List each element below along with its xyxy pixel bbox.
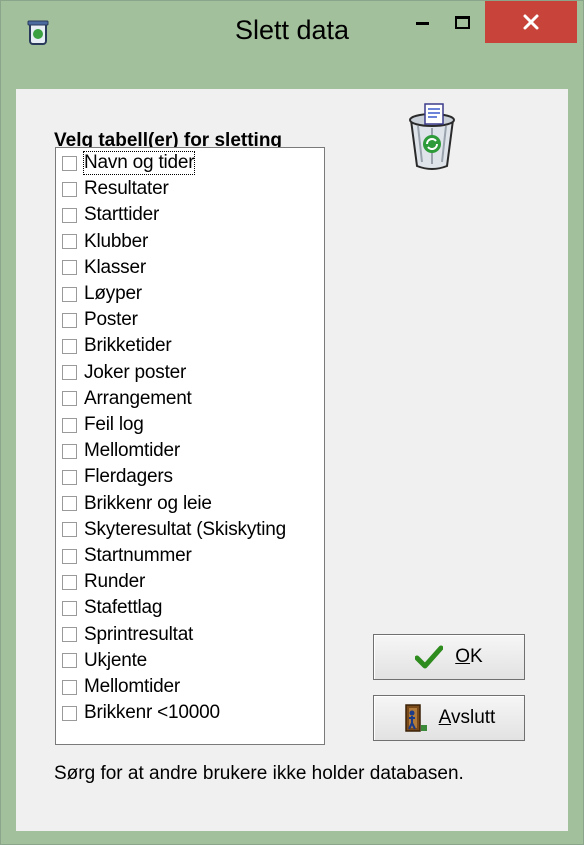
table-checkbox-item[interactable]: Brikkenr <10000 xyxy=(62,700,220,726)
exit-button[interactable]: Avslutt xyxy=(373,695,525,741)
dialog-window: Slett data Velg tabell(er) for sletting xyxy=(0,0,584,845)
checkbox-label: Ukjente xyxy=(84,649,148,671)
checkbox[interactable] xyxy=(62,469,77,485)
checkbox[interactable] xyxy=(62,600,77,616)
checkbox[interactable] xyxy=(62,365,77,381)
warning-note: Sørg for at andre brukere ikke holder da… xyxy=(54,763,464,784)
checkbox[interactable] xyxy=(62,627,77,643)
table-checklist[interactable]: Navn og tider Resultater Starttider Klubber… xyxy=(55,147,325,745)
checkbox[interactable] xyxy=(62,496,77,512)
minimize-icon xyxy=(416,22,429,25)
table-checkbox-item[interactable]: Arrangement xyxy=(62,386,192,412)
checkbox[interactable] xyxy=(62,417,77,433)
table-checkbox-item[interactable]: Runder xyxy=(62,569,145,595)
ok-button-label: OK xyxy=(455,646,483,667)
table-checkbox-item[interactable]: Mellomtider xyxy=(62,438,180,464)
table-checkbox-item[interactable]: Feil log xyxy=(62,412,144,438)
checkbox-label: Klasser xyxy=(84,256,146,278)
checkbox-label: Arrangement xyxy=(84,387,192,409)
exit-button-label: Avslutt xyxy=(438,707,496,728)
checkbox[interactable] xyxy=(62,181,77,197)
table-checkbox-item[interactable]: Resultater xyxy=(62,176,169,202)
checkbox-label: Skyteresultat (Skiskyting xyxy=(84,518,286,540)
maximize-icon xyxy=(455,16,470,29)
close-button[interactable] xyxy=(485,1,577,43)
checkbox[interactable] xyxy=(62,391,77,407)
checkmark-icon xyxy=(415,645,444,669)
checkbox-label: Stafettlag xyxy=(84,597,163,619)
table-checkbox-item[interactable]: Joker poster xyxy=(62,360,186,386)
table-checkbox-item[interactable]: Flerdagers xyxy=(62,464,173,490)
table-checkbox-item[interactable]: Klasser xyxy=(62,255,146,281)
checkbox[interactable] xyxy=(62,155,77,171)
table-checkbox-item[interactable]: Brikkenr og leie xyxy=(62,491,212,517)
table-checkbox-item[interactable]: Poster xyxy=(62,307,138,333)
table-checkbox-item[interactable]: Stafettlag xyxy=(62,595,162,621)
title-bar[interactable]: Slett data xyxy=(1,1,583,89)
checkbox[interactable] xyxy=(62,207,77,223)
checkbox-label: Mellomtider xyxy=(84,676,180,697)
table-checkbox-item[interactable]: Skyteresultat (Skiskyting xyxy=(62,517,286,543)
table-checkbox-item[interactable]: Starttider xyxy=(62,202,159,228)
checkbox[interactable] xyxy=(62,312,77,328)
maximize-button[interactable] xyxy=(441,1,485,45)
table-checkbox-item[interactable]: Løyper xyxy=(62,281,142,307)
checkbox-label: Brikketider xyxy=(84,335,172,357)
checkbox-label: Poster xyxy=(84,309,138,331)
dialog-body: Velg tabell(er) for sletting Navn og tid… xyxy=(16,89,568,831)
table-checkbox-item[interactable]: Mellomtider xyxy=(62,674,180,700)
checkbox-label: Brikkenr <10000 xyxy=(84,702,220,724)
checkbox-label: Flerdagers xyxy=(84,466,173,488)
table-checkbox-item[interactable]: Sprintresultat xyxy=(62,622,193,648)
table-checkbox-item[interactable]: Startnummer xyxy=(62,543,192,569)
table-checkbox-item[interactable]: Ukjente xyxy=(62,648,147,674)
checkbox-label: Starttider xyxy=(84,204,160,226)
checkbox[interactable] xyxy=(62,260,77,276)
checkbox-label: Navn og tider xyxy=(82,151,196,175)
checkbox-label: Resultater xyxy=(84,178,169,200)
table-checkbox-item[interactable]: Klubber xyxy=(62,229,148,255)
exit-door-icon xyxy=(404,704,427,732)
checkbox-label: Sprintresultat xyxy=(84,623,194,645)
checkbox-label: Startnummer xyxy=(84,545,192,566)
recycle-bin-icon xyxy=(401,102,463,172)
table-checkbox-item[interactable]: Brikketider xyxy=(62,333,172,359)
checkbox-label: Klubber xyxy=(84,230,149,252)
checkbox[interactable] xyxy=(62,234,77,250)
checkbox[interactable] xyxy=(62,522,77,538)
close-icon xyxy=(523,14,539,30)
checkbox[interactable] xyxy=(62,574,77,590)
checkbox[interactable] xyxy=(62,286,77,302)
checkbox-label: Joker poster xyxy=(84,361,187,383)
checkbox[interactable] xyxy=(62,548,77,564)
checkbox-label: Løyper xyxy=(84,283,142,304)
table-checkbox-item[interactable]: Navn og tider xyxy=(62,150,196,176)
checkbox[interactable] xyxy=(62,443,77,459)
ok-button[interactable]: OK xyxy=(373,634,525,680)
checkbox[interactable] xyxy=(62,338,77,354)
checkbox-label: Brikkenr og leie xyxy=(84,492,212,514)
checkbox[interactable] xyxy=(62,679,77,695)
checkbox-label: Mellomtider xyxy=(84,440,180,462)
checkbox-label: Runder xyxy=(84,571,146,593)
checkbox[interactable] xyxy=(62,705,77,721)
checkbox-label: Feil log xyxy=(84,414,144,435)
checkbox[interactable] xyxy=(62,653,77,669)
